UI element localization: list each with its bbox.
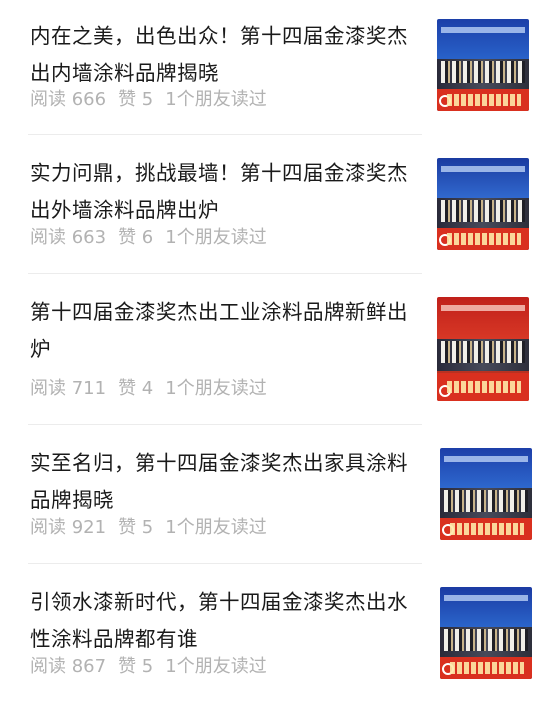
like-count: 赞 5 xyxy=(118,89,154,110)
article-meta: 阅读 663 赞 6 1个朋友读过 xyxy=(30,226,279,250)
friends-read: 1个朋友读过 xyxy=(165,89,267,110)
article-meta: 阅读 867 赞 5 1个朋友读过 xyxy=(30,655,279,679)
article-title[interactable]: 第十四届金漆奖杰出工业涂料品牌新鲜出炉 xyxy=(30,294,422,368)
article-title[interactable]: 实力问鼎，挑战最墙！第十四届金漆奖杰出外墙涂料品牌出炉 xyxy=(30,155,422,229)
article-thumbnail[interactable] xyxy=(437,297,529,401)
read-count: 阅读 921 xyxy=(30,517,107,538)
article-item[interactable]: 第十四届金漆奖杰出工业涂料品牌新鲜出炉 阅读 711 赞 4 1个朋友读过 xyxy=(0,274,554,424)
article-title[interactable]: 内在之美，出色出众！第十四届金漆奖杰出内墙涂料品牌揭晓 xyxy=(30,18,422,92)
like-count: 赞 6 xyxy=(118,227,154,248)
article-meta: 阅读 921 赞 5 1个朋友读过 xyxy=(30,516,279,540)
article-item[interactable]: 实至名归，第十四届金漆奖杰出家具涂料品牌揭晓 阅读 921 赞 5 1个朋友读过 xyxy=(0,425,554,563)
like-count: 赞 4 xyxy=(118,378,154,399)
friends-read: 1个朋友读过 xyxy=(165,656,267,677)
read-count: 阅读 867 xyxy=(30,656,107,677)
article-item[interactable]: 内在之美，出色出众！第十四届金漆奖杰出内墙涂料品牌揭晓 阅读 666 赞 5 1个朋… xyxy=(0,0,554,134)
article-thumbnail[interactable] xyxy=(437,19,529,111)
friends-read: 1个朋友读过 xyxy=(165,378,267,399)
article-thumbnail[interactable] xyxy=(440,448,532,540)
article-thumbnail[interactable] xyxy=(440,587,532,679)
like-count: 赞 5 xyxy=(118,656,154,677)
article-item[interactable]: 引领水漆新时代，第十四届金漆奖杰出水性涂料品牌都有谁 阅读 867 赞 5 1个朋友… xyxy=(0,564,554,704)
like-count: 赞 5 xyxy=(118,517,154,538)
friends-read: 1个朋友读过 xyxy=(165,227,267,248)
read-count: 阅读 663 xyxy=(30,227,107,248)
article-title[interactable]: 实至名归，第十四届金漆奖杰出家具涂料品牌揭晓 xyxy=(30,445,422,519)
read-count: 阅读 711 xyxy=(30,378,107,399)
article-title[interactable]: 引领水漆新时代，第十四届金漆奖杰出水性涂料品牌都有谁 xyxy=(30,584,422,658)
article-meta: 阅读 711 赞 4 1个朋友读过 xyxy=(30,377,279,401)
friends-read: 1个朋友读过 xyxy=(165,517,267,538)
read-count: 阅读 666 xyxy=(30,89,107,110)
article-item[interactable]: 实力问鼎，挑战最墙！第十四届金漆奖杰出外墙涂料品牌出炉 阅读 663 赞 6 1个朋… xyxy=(0,135,554,273)
article-meta: 阅读 666 赞 5 1个朋友读过 xyxy=(30,88,279,112)
article-thumbnail[interactable] xyxy=(437,158,529,250)
